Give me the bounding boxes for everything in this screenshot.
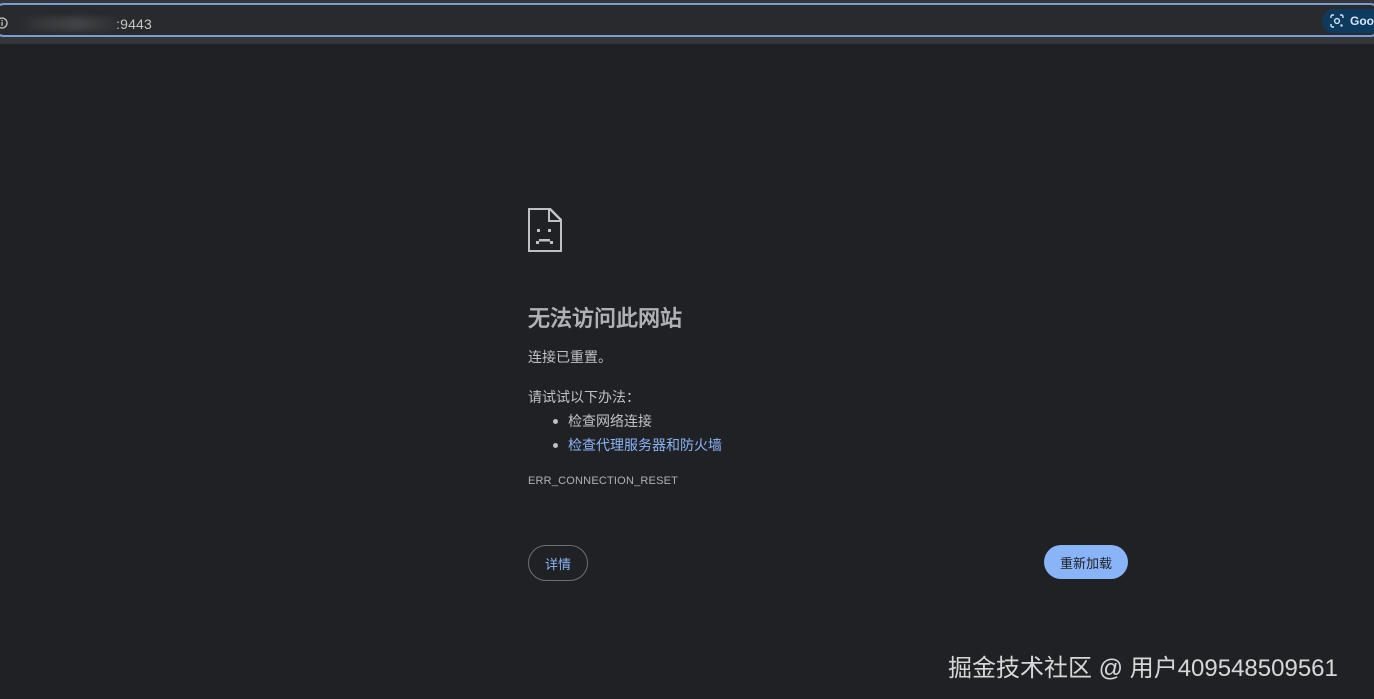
url-text[interactable]: :9443 [116, 16, 152, 32]
browser-toolbar: :9443 Goo [0, 0, 1374, 44]
details-button[interactable]: 详情 [528, 545, 588, 581]
error-code: ERR_CONNECTION_RESET [528, 475, 679, 487]
error-title: 无法访问此网站 [528, 306, 683, 331]
reload-button[interactable]: 重新加载 [1044, 545, 1128, 579]
suggestion-check-network: 检查网络连接 [553, 409, 722, 433]
address-bar[interactable]: :9443 [0, 3, 1374, 37]
watermark: 掘金技术社区 @ 用户409548509561 [948, 655, 1338, 682]
redacted-url-host [18, 17, 118, 31]
error-message: 连接已重置。 [528, 349, 612, 365]
suggestions-heading: 请试试以下办法： [528, 389, 640, 405]
lens-icon [1330, 14, 1344, 28]
sad-page-icon [528, 208, 562, 252]
suggestion-check-proxy-link[interactable]: 检查代理服务器和防火墙 [553, 433, 722, 457]
suggestions-list: 检查网络连接 检查代理服务器和防火墙 [553, 409, 722, 457]
google-lens-button[interactable]: Goo [1322, 9, 1374, 33]
info-icon[interactable] [0, 17, 8, 29]
lens-label: Goo [1350, 14, 1374, 28]
